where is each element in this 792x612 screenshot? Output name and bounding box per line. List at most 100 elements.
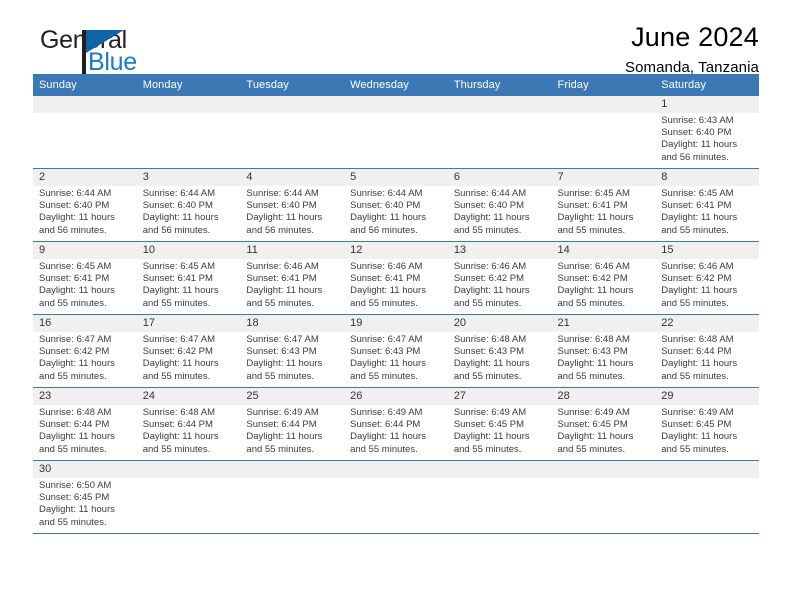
calendar-day-cell[interactable]: 5 Sunrise: 6:44 AM Sunset: 6:40 PM Daylight… (344, 168, 448, 242)
day-number (344, 461, 448, 478)
sunrise-line: Sunrise: 6:48 AM (661, 334, 734, 345)
calendar-day-cell[interactable]: 3 Sunrise: 6:44 AM Sunset: 6:40 PM Daylight… (136, 168, 241, 242)
sunset-line: Sunset: 6:45 PM (661, 419, 732, 431)
day-number (136, 96, 241, 113)
daylight-line-cont: and 55 minutes. (142, 370, 211, 382)
day-number (240, 461, 345, 478)
daylight-line-cont: and 56 minutes. (661, 151, 729, 163)
daylight-line: Daylight: 11 hours (39, 431, 115, 443)
day-details: Sunrise: 6:47 AM Sunset: 6:42 PM Daylight:… (137, 332, 241, 383)
calendar-day-cell[interactable]: 22 Sunrise: 6:48 AM Sunset: 6:44 PM Dayligh… (655, 314, 759, 388)
sunrise-line: Sunrise: 6:45 AM (557, 188, 630, 199)
calendar-day-cell[interactable]: 17 Sunrise: 6:47 AM Sunset: 6:42 PM Dayligh… (136, 314, 241, 388)
calendar-day-cell[interactable]: 30 Sunrise: 6:50 AM Sunset: 6:45 PM Dayligh… (33, 460, 137, 534)
calendar-cell-empty (240, 96, 345, 169)
day-number: 10 (136, 242, 241, 259)
calendar-day-cell[interactable]: 8 Sunrise: 6:45 AM Sunset: 6:41 PM Daylight… (655, 168, 759, 242)
calendar-day-cell[interactable]: 23 Sunrise: 6:48 AM Sunset: 6:44 PM Dayligh… (33, 387, 137, 461)
calendar-week-row: 23 Sunrise: 6:48 AM Sunset: 6:44 PM Dayligh… (33, 387, 759, 461)
calendar-day-cell[interactable]: 26 Sunrise: 6:49 AM Sunset: 6:44 PM Dayligh… (344, 387, 448, 461)
day-number: 24 (136, 388, 241, 405)
sunrise-line: Sunrise: 6:46 AM (661, 261, 734, 272)
sunrise-line: Sunrise: 6:45 AM (39, 261, 112, 272)
day-details: Sunrise: 6:44 AM Sunset: 6:40 PM Daylight:… (240, 186, 344, 237)
daylight-line-cont: and 55 minutes. (557, 443, 626, 455)
calendar-day-cell[interactable]: 11 Sunrise: 6:46 AM Sunset: 6:41 PM Dayligh… (240, 241, 345, 315)
daylight-line: Daylight: 11 hours (350, 212, 426, 224)
day-number: 14 (551, 242, 656, 259)
calendar-day-cell[interactable]: 25 Sunrise: 6:49 AM Sunset: 6:44 PM Dayligh… (240, 387, 345, 461)
calendar-day-cell[interactable]: 29 Sunrise: 6:49 AM Sunset: 6:45 PM Dayligh… (655, 387, 759, 461)
day-number (655, 461, 759, 478)
calendar-day-cell[interactable]: 10 Sunrise: 6:45 AM Sunset: 6:41 PM Dayligh… (136, 241, 241, 315)
calendar-day-cell[interactable]: 28 Sunrise: 6:49 AM Sunset: 6:45 PM Dayligh… (551, 387, 656, 461)
day-number: 22 (655, 315, 759, 332)
calendar-day-cell[interactable]: 21 Sunrise: 6:48 AM Sunset: 6:43 PM Dayligh… (551, 314, 656, 388)
daylight-line-cont: and 55 minutes. (453, 370, 522, 382)
daylight-line-cont: and 55 minutes. (661, 224, 729, 236)
sunrise-line: Sunrise: 6:49 AM (350, 407, 423, 418)
sunset-line: Sunset: 6:44 PM (246, 419, 317, 431)
day-number: 27 (447, 388, 552, 405)
sunset-line: Sunset: 6:43 PM (453, 346, 525, 358)
calendar-day-cell[interactable]: 1 Sunrise: 6:43 AM Sunset: 6:40 PM Daylight… (655, 96, 759, 169)
day-details: Sunrise: 6:48 AM Sunset: 6:44 PM Daylight:… (33, 405, 137, 456)
sunset-line: Sunset: 6:42 PM (142, 346, 213, 358)
calendar-day-cell[interactable]: 15 Sunrise: 6:46 AM Sunset: 6:42 PM Dayligh… (655, 241, 759, 315)
sunrise-line: Sunrise: 6:48 AM (557, 334, 630, 345)
day-number: 4 (240, 169, 345, 186)
daylight-line-cont: and 55 minutes. (453, 443, 522, 455)
calendar-cell-empty (655, 460, 759, 534)
sunrise-line: Sunrise: 6:48 AM (453, 334, 527, 345)
calendar-cell-empty (240, 460, 345, 534)
calendar-day-cell[interactable]: 9 Sunrise: 6:45 AM Sunset: 6:41 PM Daylight… (33, 241, 137, 315)
daylight-line-cont: and 55 minutes. (350, 297, 418, 309)
weekday-header-sunday: Sunday (33, 74, 137, 96)
sunrise-line: Sunrise: 6:46 AM (453, 261, 527, 272)
calendar-cell-empty (33, 96, 137, 169)
calendar-day-cell[interactable]: 20 Sunrise: 6:48 AM Sunset: 6:43 PM Dayligh… (447, 314, 552, 388)
calendar-day-cell[interactable]: 4 Sunrise: 6:44 AM Sunset: 6:40 PM Daylight… (240, 168, 345, 242)
calendar-day-cell[interactable]: 7 Sunrise: 6:45 AM Sunset: 6:41 PM Daylight… (551, 168, 656, 242)
calendar-day-cell[interactable]: 2 Sunrise: 6:44 AM Sunset: 6:40 PM Daylight… (33, 168, 137, 242)
calendar-week-row: 1 Sunrise: 6:43 AM Sunset: 6:40 PM Daylight… (33, 96, 759, 169)
calendar-cell-empty (344, 460, 448, 534)
daylight-line-cont: and 56 minutes. (246, 224, 315, 236)
calendar-day-cell[interactable]: 18 Sunrise: 6:47 AM Sunset: 6:43 PM Dayligh… (240, 314, 345, 388)
daylight-line: Daylight: 11 hours (557, 358, 634, 370)
daylight-line: Daylight: 11 hours (661, 212, 738, 224)
day-number: 3 (136, 169, 241, 186)
calendar-day-cell[interactable]: 6 Sunrise: 6:44 AM Sunset: 6:40 PM Daylight… (447, 168, 552, 242)
daylight-line-cont: and 55 minutes. (557, 224, 626, 236)
day-number: 20 (447, 315, 552, 332)
calendar-day-cell[interactable]: 16 Sunrise: 6:47 AM Sunset: 6:42 PM Dayligh… (33, 314, 137, 388)
calendar-day-cell[interactable]: 27 Sunrise: 6:49 AM Sunset: 6:45 PM Dayligh… (447, 387, 552, 461)
day-number: 12 (344, 242, 448, 259)
day-details: Sunrise: 6:48 AM Sunset: 6:44 PM Daylight:… (137, 405, 241, 456)
day-number: 25 (240, 388, 345, 405)
calendar-day-cell[interactable]: 19 Sunrise: 6:47 AM Sunset: 6:43 PM Dayligh… (344, 314, 448, 388)
day-number: 6 (447, 169, 552, 186)
brand-logo[interactable]: General Blue (33, 28, 263, 76)
day-number: 2 (33, 169, 137, 186)
calendar-day-cell[interactable]: 12 Sunrise: 6:46 AM Sunset: 6:41 PM Dayligh… (344, 241, 448, 315)
sunrise-line: Sunrise: 6:50 AM (39, 480, 112, 491)
calendar-week-row: 30 Sunrise: 6:50 AM Sunset: 6:45 PM Dayligh… (33, 460, 759, 534)
sunrise-line: Sunrise: 6:47 AM (39, 334, 112, 345)
calendar-day-cell[interactable]: 13 Sunrise: 6:46 AM Sunset: 6:42 PM Dayligh… (447, 241, 552, 315)
day-number (447, 96, 552, 113)
day-number (136, 461, 241, 478)
sunrise-line: Sunrise: 6:44 AM (350, 188, 423, 199)
day-details: Sunrise: 6:46 AM Sunset: 6:41 PM Daylight:… (240, 259, 344, 310)
day-number: 17 (136, 315, 241, 332)
calendar-day-cell[interactable]: 24 Sunrise: 6:48 AM Sunset: 6:44 PM Dayligh… (136, 387, 241, 461)
day-details: Sunrise: 6:48 AM Sunset: 6:44 PM Daylight:… (655, 332, 759, 383)
day-number: 16 (33, 315, 137, 332)
daylight-line: Daylight: 11 hours (39, 212, 115, 224)
calendar-day-cell[interactable]: 14 Sunrise: 6:46 AM Sunset: 6:42 PM Dayligh… (551, 241, 656, 315)
sunset-line: Sunset: 6:40 PM (142, 200, 213, 212)
page-subtitle: Somanda, Tanzania (624, 59, 759, 76)
daylight-line: Daylight: 11 hours (246, 358, 323, 370)
sunrise-line: Sunrise: 6:47 AM (246, 334, 319, 345)
daylight-line-cont: and 55 minutes. (350, 443, 418, 455)
